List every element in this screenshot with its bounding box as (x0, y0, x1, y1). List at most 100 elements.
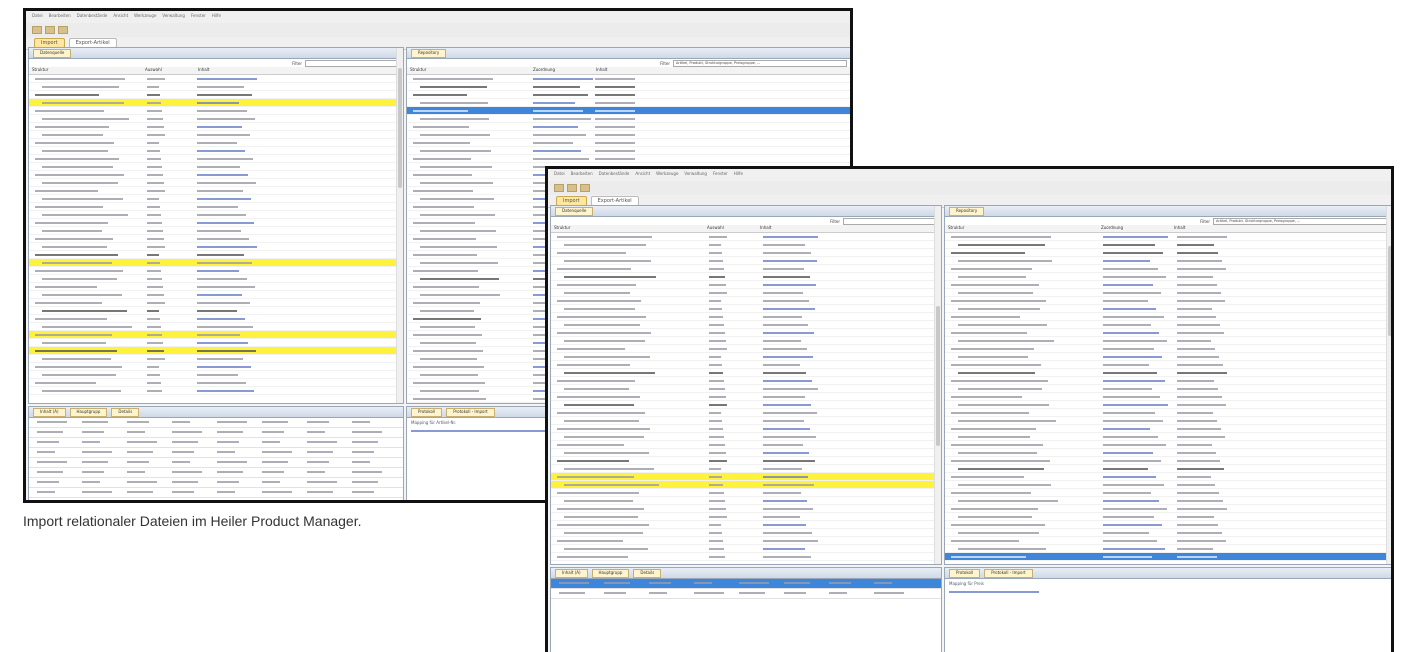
toolbar-button[interactable] (32, 26, 42, 34)
tree-row[interactable] (945, 337, 1391, 345)
menu-item[interactable]: Fenster (713, 171, 728, 181)
tree-row[interactable] (945, 473, 1391, 481)
tree-row[interactable] (29, 355, 403, 363)
column-header[interactable]: Struktur (945, 225, 1098, 232)
tree-row[interactable] (29, 259, 403, 267)
column-header[interactable]: Auswahl (142, 67, 195, 74)
column-header[interactable]: Struktur (29, 67, 142, 74)
tree-row[interactable] (551, 401, 941, 409)
grid-tab[interactable]: Details (111, 407, 140, 417)
tree-row[interactable] (945, 449, 1391, 457)
column-header[interactable]: Struktur (551, 225, 704, 232)
tree-row[interactable] (407, 107, 850, 115)
tree-row[interactable] (29, 331, 403, 339)
tree-row[interactable] (945, 561, 1391, 564)
tree-row[interactable] (551, 265, 941, 273)
tree-row[interactable] (29, 155, 403, 163)
source-pane-tab[interactable]: Datenquelle (33, 48, 72, 58)
tree-row[interactable] (29, 371, 403, 379)
scrollbar[interactable] (1386, 206, 1391, 564)
tree-row[interactable] (551, 305, 941, 313)
tree-row[interactable] (945, 441, 1391, 449)
tree-row[interactable] (945, 289, 1391, 297)
tree-row[interactable] (29, 171, 403, 179)
tree-row[interactable] (407, 131, 850, 139)
tree-row[interactable] (945, 329, 1391, 337)
tree-row[interactable] (407, 99, 850, 107)
menu-item[interactable]: Datei (32, 13, 43, 23)
toolbar-button[interactable] (58, 26, 68, 34)
column-header[interactable]: Zuordnung (530, 67, 593, 74)
tree-row[interactable] (29, 363, 403, 371)
column-header[interactable]: Auswahl (704, 225, 757, 232)
tree-row[interactable] (945, 281, 1391, 289)
tree-row[interactable] (945, 497, 1391, 505)
tree-row[interactable] (945, 249, 1391, 257)
tree-row[interactable] (551, 505, 941, 513)
source-tree[interactable] (551, 233, 941, 564)
table-row[interactable] (29, 418, 403, 428)
tree-row[interactable] (945, 545, 1391, 553)
repository-pane-tab[interactable]: Repository (949, 206, 985, 216)
filter-input[interactable]: Artikel, Produkt, Strukturgruppe, Preisg… (1213, 217, 1387, 225)
tree-row[interactable] (945, 553, 1391, 561)
tree-row[interactable] (29, 275, 403, 283)
tree-row[interactable] (29, 203, 403, 211)
toolbar-button[interactable] (567, 184, 577, 192)
tree-row[interactable] (29, 147, 403, 155)
menu-item[interactable]: Bearbeiten (571, 171, 593, 181)
tree-row[interactable] (551, 513, 941, 521)
menu-item[interactable]: Verwaltung (162, 13, 185, 23)
menu-item[interactable]: Werkzeuge (656, 171, 678, 181)
tree-row[interactable] (551, 521, 941, 529)
tree-row[interactable] (551, 241, 941, 249)
source-pane-tab[interactable]: Datenquelle (555, 206, 594, 216)
tree-row[interactable] (551, 489, 941, 497)
menu-item[interactable]: Verwaltung (684, 171, 707, 181)
tree-row[interactable] (29, 387, 403, 395)
tree-row[interactable] (551, 409, 941, 417)
column-header[interactable]: Inhalt (195, 67, 258, 74)
tree-row[interactable] (945, 489, 1391, 497)
tree-row[interactable] (945, 513, 1391, 521)
tree-row[interactable] (407, 123, 850, 131)
tree-row[interactable] (29, 91, 403, 99)
toolbar-button[interactable] (580, 184, 590, 192)
tree-row[interactable] (945, 505, 1391, 513)
tree-row[interactable] (29, 307, 403, 315)
tree-row[interactable] (29, 291, 403, 299)
menu-item[interactable]: Werkzeuge (134, 13, 156, 23)
tree-row[interactable] (551, 297, 941, 305)
tree-row[interactable] (29, 75, 403, 83)
tree-row[interactable] (551, 289, 941, 297)
tree-row[interactable] (29, 123, 403, 131)
tree-row[interactable] (407, 139, 850, 147)
tree-row[interactable] (945, 401, 1391, 409)
grid-tab[interactable]: Hauptgrupp (591, 568, 630, 578)
tree-row[interactable] (551, 537, 941, 545)
tree-row[interactable] (29, 219, 403, 227)
protocol-tab[interactable]: Protokoll - Import (984, 568, 1033, 578)
protocol-tab[interactable]: Protokoll (411, 407, 443, 417)
menu-item[interactable]: Hilfe (212, 13, 221, 23)
tree-row[interactable] (29, 195, 403, 203)
tree-row[interactable] (29, 179, 403, 187)
tree-row[interactable] (551, 553, 941, 561)
tree-row[interactable] (551, 545, 941, 553)
tree-row[interactable] (407, 91, 850, 99)
tree-row[interactable] (945, 529, 1391, 537)
filter-input[interactable] (843, 217, 935, 225)
tree-row[interactable] (551, 465, 941, 473)
tree-row[interactable] (945, 537, 1391, 545)
tree-row[interactable] (551, 249, 941, 257)
data-grid[interactable] (29, 418, 403, 498)
source-tree[interactable] (29, 75, 403, 395)
tree-row[interactable] (945, 305, 1391, 313)
table-row[interactable] (29, 488, 403, 498)
tree-row[interactable] (29, 267, 403, 275)
tree-row[interactable] (945, 233, 1391, 241)
tree-row[interactable] (29, 299, 403, 307)
tree-row[interactable] (551, 273, 941, 281)
tree-row[interactable] (945, 393, 1391, 401)
menu-item[interactable]: Bearbeiten (49, 13, 71, 23)
